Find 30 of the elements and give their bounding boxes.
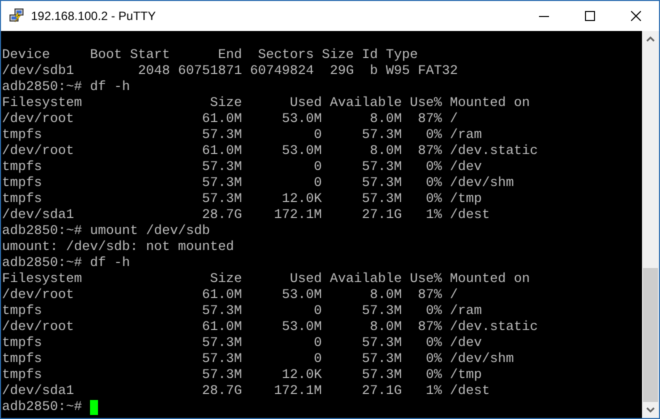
terminal-screen[interactable] <box>1 31 642 418</box>
maximize-icon <box>585 11 595 21</box>
terminal-line: adb2850:~# umount /dev/sdb <box>2 224 210 240</box>
terminal-line: /dev/root 61.0M 53.0M 8.0M 87% / <box>2 112 458 128</box>
terminal-line: tmpfs 57.3M 12.0K 57.3M 0% /tmp <box>2 192 482 208</box>
terminal-line: tmpfs 57.3M 0 57.3M 0% /dev <box>2 160 482 176</box>
terminal-line: Device Boot Start End Sectors Size Id Type <box>2 48 418 64</box>
terminal-line: Filesystem Size Used Available Use% Mounted on <box>2 96 530 112</box>
terminal-line: /dev/root 61.0M 53.0M 8.0M 87% /dev.static <box>2 144 538 160</box>
terminal-prompt: adb2850:~# <box>2 400 83 416</box>
vertical-scrollbar[interactable] <box>642 31 659 418</box>
terminal-line: umount: /dev/sdb: not mounted <box>2 240 234 256</box>
terminal-line: tmpfs 57.3M 0 57.3M 0% /dev/shm <box>2 352 514 368</box>
terminal-line: /dev/sda1 28.7G 172.1M 27.1G 1% /dest <box>2 384 490 400</box>
terminal-line: /dev/root 61.0M 53.0M 8.0M 87% / <box>2 288 458 304</box>
terminal-line: /dev/root 61.0M 53.0M 8.0M 87% /dev.static <box>2 320 538 336</box>
close-icon <box>631 11 641 21</box>
terminal-line: tmpfs 57.3M 0 57.3M 0% /ram <box>2 304 482 320</box>
terminal-line: adb2850:~# df -h <box>2 256 130 272</box>
terminal-line: tmpfs 57.3M 12.0K 57.3M 0% /tmp <box>2 368 482 384</box>
terminal-line: Filesystem Size Used Available Use% Mounted on <box>2 272 530 288</box>
scrollbar-thumb[interactable] <box>643 268 658 402</box>
terminal-line: tmpfs 57.3M 0 57.3M 0% /dev <box>2 336 482 352</box>
terminal-line: tmpfs 57.3M 0 57.3M 0% /ram <box>2 128 482 144</box>
terminal-line: /dev/sda1 28.7G 172.1M 27.1G 1% /dest <box>2 208 490 224</box>
terminal-line: adb2850:~# df -h <box>2 80 130 96</box>
terminal-line: tmpfs 57.3M 0 57.3M 0% /dev/shm <box>2 176 514 192</box>
window-title: 192.168.100.2 - PuTTY <box>31 8 156 25</box>
terminal-line: /dev/sdb1 2048 60751871 60749824 29G b W95 FAT32 <box>2 64 458 80</box>
computers-lightning-icon <box>9 8 25 24</box>
